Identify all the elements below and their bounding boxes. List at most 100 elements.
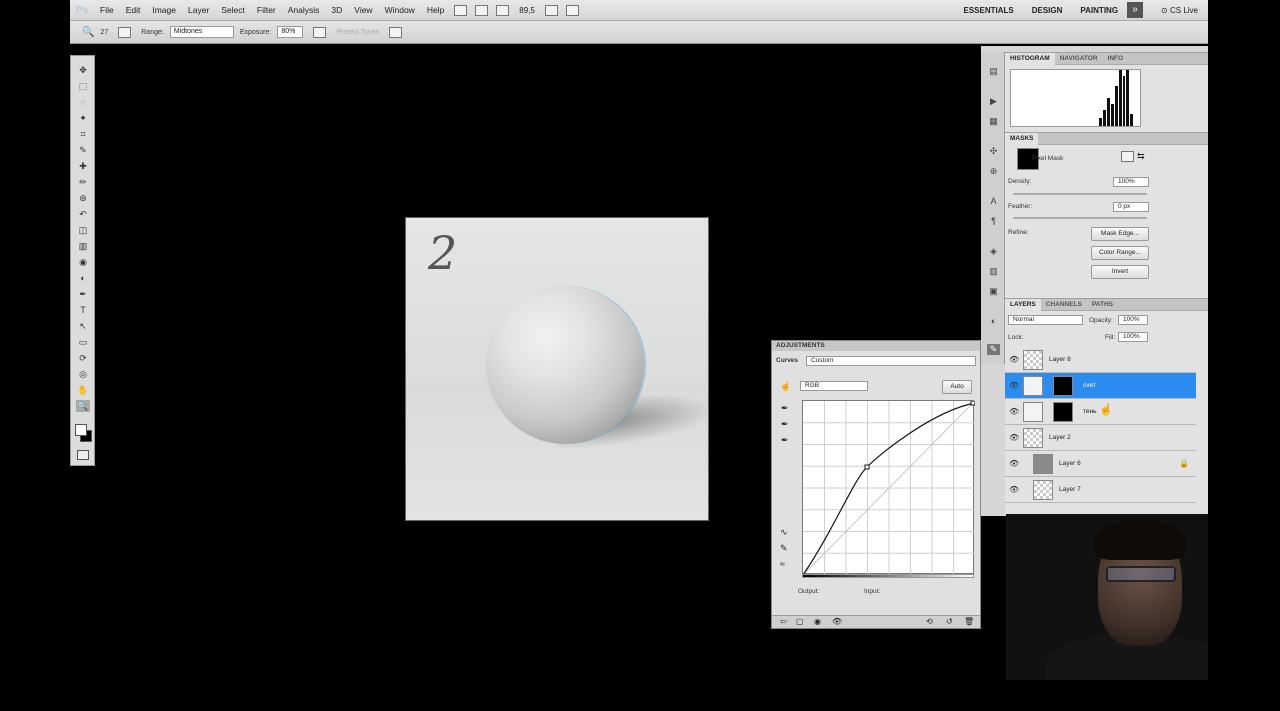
menu-view[interactable]: View — [348, 5, 378, 15]
clone-source-icon[interactable]: ⊕ — [987, 166, 1000, 177]
tab-channels[interactable]: CHANNELS — [1041, 299, 1087, 311]
workspace-essentials[interactable]: ESSENTIALS — [955, 6, 1023, 15]
tab-info[interactable]: INFO — [1103, 53, 1129, 65]
visibility-eye-icon[interactable]: 👁 — [1009, 433, 1019, 442]
auto-button[interactable]: Auto — [942, 380, 972, 394]
blur-icon[interactable]: ◉ — [76, 256, 90, 268]
visibility-eye-icon[interactable]: 👁 — [1009, 407, 1019, 416]
menu-window[interactable]: Window — [379, 5, 421, 15]
menu-edit[interactable]: Edit — [120, 5, 147, 15]
delete-adjustment-icon[interactable]: 🗑 — [964, 617, 974, 626]
clip-to-layer-icon[interactable]: ◉ — [814, 617, 821, 626]
marquee-icon[interactable]: ⬚ — [76, 80, 90, 92]
actions-panel-icon[interactable]: ▶ — [987, 96, 1000, 107]
visibility-eye-icon[interactable]: 👁 — [1009, 459, 1019, 468]
curve-control-point[interactable] — [864, 464, 870, 470]
document-canvas[interactable]: 2 — [405, 217, 709, 521]
expanded-view-icon[interactable]: ▢ — [796, 617, 804, 626]
quick-mask-icon[interactable] — [77, 450, 89, 460]
brush-panel-icon[interactable] — [118, 26, 132, 38]
character-panel-icon[interactable]: A — [987, 196, 1000, 207]
tab-masks[interactable]: MASKS — [1005, 132, 1039, 145]
add-pixel-mask-icon[interactable] — [1121, 151, 1134, 162]
curve-endpoint[interactable] — [970, 400, 976, 406]
swatches-panel-icon[interactable]: ▥ — [987, 266, 1000, 277]
path-select-icon[interactable]: ↖ — [76, 320, 90, 332]
history-panel-icon[interactable]: ▤ — [987, 66, 1000, 77]
history-brush-icon[interactable]: ↶ — [76, 208, 90, 220]
tool-presets-icon[interactable]: ✣ — [987, 146, 1000, 157]
add-vector-mask-icon[interactable]: ⇆ — [1137, 151, 1145, 162]
move-icon[interactable]: ✥ — [76, 64, 90, 76]
styles-panel-icon[interactable]: ▣ — [987, 286, 1000, 297]
opacity-field[interactable]: 100% — [1118, 315, 1148, 325]
visibility-eye-icon[interactable]: 👁 — [1009, 485, 1019, 494]
tab-layers[interactable]: LAYERS — [1005, 299, 1041, 311]
arrange-documents-icon[interactable] — [544, 4, 558, 16]
shape-icon[interactable]: ▭ — [76, 336, 90, 348]
hand-icon[interactable]: ✋ — [76, 384, 90, 396]
tab-navigator[interactable]: NAVIGATOR — [1055, 53, 1103, 65]
gradient-icon[interactable]: ▥ — [76, 240, 90, 252]
layer-row[interactable]: 👁 Layer 2 — [1005, 425, 1196, 451]
3d-orbit-icon[interactable]: ◎ — [76, 368, 90, 380]
layer-row-selected[interactable]: 👁 сvет — [1005, 373, 1196, 399]
visibility-toggle-icon[interactable]: 👁 — [832, 617, 842, 626]
curve-edit-points-icon[interactable]: ∿ — [780, 527, 788, 538]
zoom-level[interactable]: 89,5 — [519, 6, 535, 15]
menu-help[interactable]: Help — [421, 5, 450, 15]
channel-select[interactable]: RGB — [800, 381, 868, 391]
visibility-eye-icon[interactable]: 👁 — [1009, 381, 1019, 390]
tab-paths[interactable]: PATHS — [1087, 299, 1118, 311]
fill-field[interactable]: 100% — [1118, 332, 1148, 342]
healing-icon[interactable]: ✚ — [76, 160, 90, 172]
blend-mode-select[interactable]: Normal — [1008, 315, 1083, 325]
brush-size[interactable]: 27 — [100, 29, 108, 36]
color-range-button[interactable]: Color Range... — [1091, 246, 1149, 260]
brush-icon[interactable]: ✏ — [76, 176, 90, 188]
tablet-pressure-icon[interactable] — [389, 26, 403, 38]
density-field[interactable]: 100% — [1113, 177, 1149, 187]
curve-smooth-icon[interactable]: ≈ — [780, 559, 785, 569]
visibility-eye-icon[interactable]: 👁 — [1009, 355, 1019, 364]
feather-slider[interactable] — [1013, 217, 1147, 219]
eraser-icon[interactable]: ◫ — [76, 224, 90, 236]
3d-panel-icon[interactable]: ◈ — [987, 246, 1000, 257]
workspace-painting[interactable]: PAINTING — [1071, 6, 1127, 15]
reset-icon[interactable]: ↺ — [946, 617, 953, 626]
adjustments-panel-icon[interactable]: ✎ — [987, 344, 1000, 355]
return-to-list-icon[interactable]: ⇦ — [780, 617, 787, 626]
gray-point-eyedropper-icon[interactable]: ✒ — [781, 419, 789, 430]
workspace-design[interactable]: DESIGN — [1023, 6, 1072, 15]
menu-3d[interactable]: 3D — [325, 5, 348, 15]
paragraph-panel-icon[interactable]: ¶ — [987, 216, 1000, 227]
layer-row[interactable]: 👁 Layer 6 🔒 — [1005, 451, 1196, 477]
zoom-icon[interactable]: 🔍 — [76, 400, 90, 412]
menu-filter[interactable]: Filter — [251, 5, 282, 15]
preset-select[interactable]: Custom — [806, 356, 976, 366]
screen-mode-icon[interactable] — [565, 4, 579, 16]
dodge-icon[interactable]: ◐ — [76, 272, 90, 284]
type-icon[interactable]: T — [76, 304, 90, 316]
menu-analysis[interactable]: Analysis — [282, 5, 326, 15]
protect-tones-checkbox[interactable]: Protect Tones — [336, 29, 379, 36]
curves-graph[interactable] — [802, 400, 976, 576]
foreground-color-swatch[interactable] — [75, 424, 87, 436]
feather-field[interactable]: 0 px — [1113, 202, 1149, 212]
layer-row[interactable]: 👁 Layer 8 — [1005, 347, 1196, 373]
invert-button[interactable]: Invert — [1091, 265, 1149, 279]
crop-icon[interactable]: ⌗ — [76, 128, 90, 140]
view-extras-icon[interactable] — [496, 4, 510, 16]
pen-icon[interactable]: ✒ — [76, 288, 90, 300]
eyedropper-icon[interactable]: ✎ — [76, 144, 90, 156]
dodge-tool-icon[interactable]: 🔍 — [82, 27, 94, 38]
range-select[interactable]: Midtones — [169, 26, 234, 38]
bridge-icon[interactable] — [454, 4, 468, 16]
mini-bridge-icon[interactable] — [475, 4, 489, 16]
clone-stamp-icon[interactable]: ⊛ — [76, 192, 90, 204]
mask-edge-button[interactable]: Mask Edge... — [1091, 227, 1149, 241]
cs-live-button[interactable]: ⊙ CS Live — [1151, 6, 1208, 15]
black-point-eyedropper-icon[interactable]: ✒ — [781, 403, 789, 414]
airbrush-icon[interactable] — [313, 26, 327, 38]
curve-draw-icon[interactable]: ✎ — [780, 543, 788, 554]
